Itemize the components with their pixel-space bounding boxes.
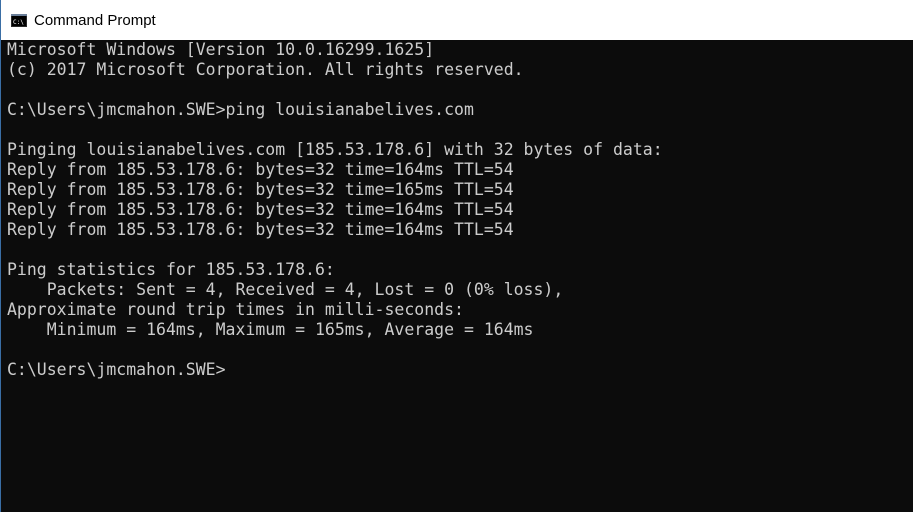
console-line-reply: Reply from 185.53.178.6: bytes=32 time=1… bbox=[7, 220, 514, 239]
title-bar[interactable]: C:\ Command Prompt bbox=[1, 0, 913, 40]
console-line-reply: Reply from 185.53.178.6: bytes=32 time=1… bbox=[7, 200, 514, 219]
console-line-rtt-header: Approximate round trip times in milli-se… bbox=[7, 300, 464, 319]
console-line-pinging: Pinging louisianabelives.com [185.53.178… bbox=[7, 140, 663, 159]
console-line-copyright: (c) 2017 Microsoft Corporation. All righ… bbox=[7, 60, 524, 79]
console-line-packets: Packets: Sent = 4, Received = 4, Lost = … bbox=[7, 280, 564, 299]
console-output[interactable]: Microsoft Windows [Version 10.0.16299.16… bbox=[1, 40, 913, 512]
command-prompt-window: C:\ Command Prompt Microsoft Windows [Ve… bbox=[0, 0, 913, 512]
console-line-reply: Reply from 185.53.178.6: bytes=32 time=1… bbox=[7, 160, 514, 179]
svg-text:C:\: C:\ bbox=[13, 19, 24, 26]
window-title: Command Prompt bbox=[34, 11, 156, 29]
console-line-statistics-header: Ping statistics for 185.53.178.6: bbox=[7, 260, 335, 279]
cmd-icon: C:\ bbox=[11, 13, 27, 27]
console-line-rtt-values: Minimum = 164ms, Maximum = 165ms, Averag… bbox=[7, 320, 534, 339]
console-line-reply: Reply from 185.53.178.6: bytes=32 time=1… bbox=[7, 180, 514, 199]
console-prompt[interactable]: C:\Users\jmcmahon.SWE> bbox=[7, 360, 226, 380]
console-line-ping-command: C:\Users\jmcmahon.SWE>ping louisianabeli… bbox=[7, 100, 474, 119]
console-line-version: Microsoft Windows [Version 10.0.16299.16… bbox=[7, 40, 435, 59]
